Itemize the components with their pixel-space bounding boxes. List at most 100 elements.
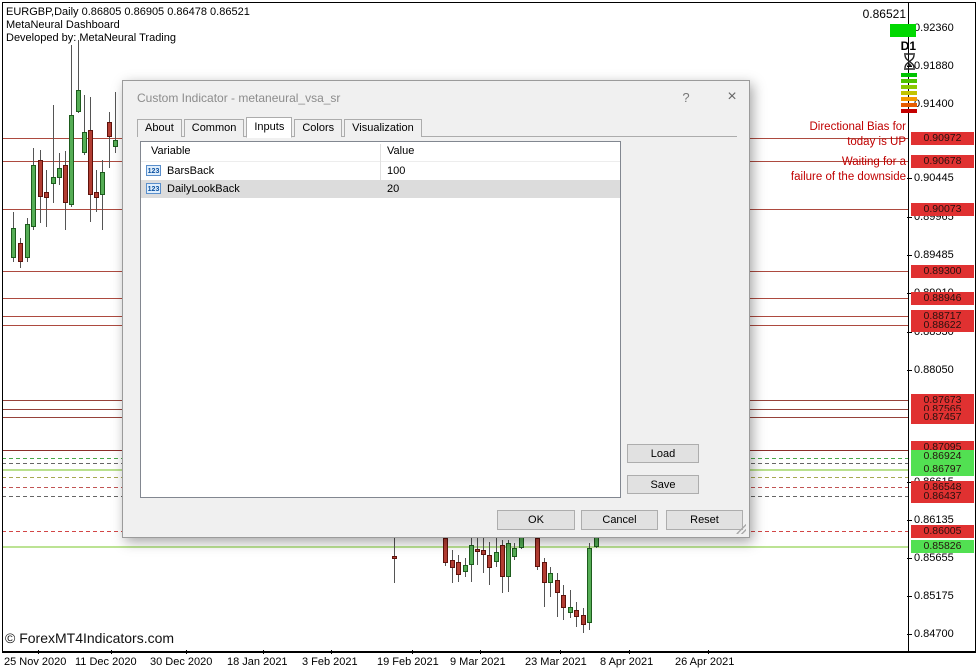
- watermark: © ForexMT4Indicators.com: [5, 630, 174, 646]
- tab-common[interactable]: Common: [184, 119, 245, 137]
- time-tick: [38, 650, 39, 654]
- price-axis-badge-resistance: 0.89300: [911, 265, 974, 278]
- candle-body: [500, 545, 505, 577]
- candle-body: [44, 192, 49, 198]
- candle-body: [561, 595, 566, 608]
- dialog-help-button[interactable]: ?: [671, 81, 701, 115]
- price-axis-label: 0.85175: [914, 590, 954, 603]
- candle-body: [506, 543, 511, 577]
- inputs-table: Variable Value 123 BarsBack 100 123 Dail…: [140, 141, 621, 498]
- candle-body: [392, 556, 397, 559]
- price-axis: 0.923600.918800.914000.904450.899650.894…: [908, 0, 977, 652]
- save-button[interactable]: Save: [627, 475, 699, 494]
- candle-body: [51, 177, 56, 184]
- candle-body: [82, 132, 87, 153]
- strength-meter-bar: [901, 85, 917, 89]
- time-axis-label: 18 Jan 2021: [227, 656, 288, 668]
- candle-body: [574, 610, 579, 617]
- variable-value[interactable]: 100: [387, 162, 405, 180]
- price-axis-badge-resistance: 0.87457: [911, 411, 974, 424]
- candle-body: [69, 115, 74, 205]
- strength-meter-bar: [901, 103, 917, 107]
- candle-body: [76, 90, 81, 112]
- tab-about[interactable]: About: [137, 119, 182, 137]
- wait-text-line1: Waiting for a: [791, 155, 906, 170]
- candle-body: [481, 550, 486, 555]
- candle-wick: [394, 537, 395, 583]
- price-axis-badge-resistance: 0.88946: [911, 292, 974, 305]
- candle-body: [542, 562, 547, 583]
- candle-body: [11, 228, 16, 258]
- price-axis-badge-resistance: 0.86437: [911, 490, 974, 503]
- wait-text-line2: failure of the downside: [791, 170, 906, 185]
- candle-body: [443, 538, 448, 563]
- price-axis-badge-support: 0.86797: [911, 463, 974, 476]
- candle-body: [25, 224, 30, 258]
- dialog-resize-grip[interactable]: [736, 524, 746, 534]
- cancel-button[interactable]: Cancel: [581, 510, 658, 530]
- candle-wick: [109, 112, 110, 168]
- candle-body: [519, 537, 524, 548]
- time-axis-label: 25 Nov 2020: [4, 656, 66, 668]
- time-axis-label: 26 Apr 2021: [675, 656, 734, 668]
- time-tick: [331, 650, 332, 654]
- table-row-dailylookback[interactable]: 123 DailyLookBack 20: [141, 180, 620, 198]
- load-button[interactable]: Load: [627, 444, 699, 463]
- strength-meter-bar: [901, 73, 917, 77]
- time-tick: [263, 650, 264, 654]
- indicator-name-label: MetaNeural Dashboard: [6, 19, 250, 32]
- price-axis-label: 0.91880: [914, 60, 954, 73]
- candle-wick: [53, 105, 54, 203]
- candle-body: [463, 565, 468, 572]
- time-tick: [560, 650, 561, 654]
- directional-bias-label: Directional Bias for today is UP: [809, 120, 906, 150]
- dialog-title[interactable]: Custom Indicator - metaneural_vsa_sr: [137, 81, 340, 115]
- variable-name: BarsBack: [167, 162, 214, 180]
- mt4-chart-window: EURGBP,Daily 0.86805 0.86905 0.86478 0.8…: [0, 0, 977, 672]
- numeric-input-icon: 123: [146, 165, 161, 176]
- candle-wick: [46, 170, 47, 227]
- time-axis-label: 11 Dec 2020: [75, 656, 137, 668]
- waiting-note-label: Waiting for a failure of the downside: [791, 155, 906, 185]
- candle-body: [594, 537, 599, 547]
- candle-body: [548, 573, 553, 583]
- time-axis-label: 9 Mar 2021: [450, 656, 506, 668]
- price-axis-badge-resistance: 0.88622: [911, 319, 974, 332]
- time-tick: [412, 650, 413, 654]
- price-axis-label: 0.91400: [914, 98, 954, 111]
- tab-colors[interactable]: Colors: [294, 119, 342, 137]
- price-axis-label: 0.85655: [914, 552, 954, 565]
- support-resistance-line: [2, 546, 908, 548]
- ok-button[interactable]: OK: [497, 510, 575, 530]
- dialog-close-button[interactable]: ×: [715, 81, 749, 115]
- candle-body: [88, 130, 93, 195]
- symbol-ohlc-label: EURGBP,Daily 0.86805 0.86905 0.86478 0.8…: [6, 6, 250, 19]
- candle-wick: [96, 170, 97, 212]
- price-axis-badge-support: 0.85826: [911, 540, 974, 553]
- price-axis-badge-resistance: 0.90678: [911, 155, 974, 168]
- candle-body: [535, 538, 540, 567]
- numeric-input-icon: 123: [146, 183, 161, 194]
- candle-body: [63, 165, 68, 203]
- time-tick: [111, 650, 112, 654]
- strength-meter-bar: [901, 97, 917, 101]
- candle-body: [487, 555, 492, 568]
- custom-indicator-dialog: Custom Indicator - metaneural_vsa_sr ? ×…: [122, 80, 750, 538]
- price-axis-badge-resistance: 0.86005: [911, 525, 974, 538]
- variable-value[interactable]: 20: [387, 180, 399, 198]
- price-axis-label: 0.88050: [914, 364, 954, 377]
- chart-header: EURGBP,Daily 0.86805 0.86905 0.86478 0.8…: [6, 6, 250, 45]
- candle-body: [18, 243, 23, 262]
- bias-text-line1: Directional Bias for: [809, 120, 906, 135]
- time-axis-label: 30 Dec 2020: [150, 656, 212, 668]
- dashboard-strength-meter: [901, 73, 917, 115]
- candle-body: [38, 160, 43, 197]
- tab-inputs[interactable]: Inputs: [246, 117, 292, 138]
- candle-wick: [483, 537, 484, 573]
- candle-body: [475, 549, 480, 552]
- candle-body: [494, 552, 499, 562]
- tab-visualization[interactable]: Visualization: [344, 119, 422, 137]
- table-row-barsback[interactable]: 123 BarsBack 100: [141, 162, 620, 180]
- candle-body: [57, 168, 62, 178]
- reset-button[interactable]: Reset: [666, 510, 743, 530]
